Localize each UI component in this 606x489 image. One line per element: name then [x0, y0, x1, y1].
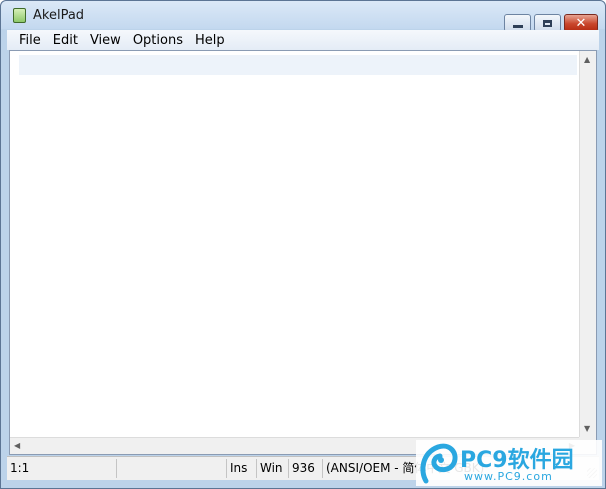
- maximize-icon: [543, 19, 552, 27]
- close-icon: ✕: [575, 15, 587, 31]
- scroll-down-icon[interactable]: ▼: [584, 425, 590, 433]
- menu-options[interactable]: Options: [127, 33, 189, 48]
- akelpad-window: AkelPad ✕ File Edit View Options Help ▲ …: [0, 0, 606, 489]
- status-newline[interactable]: Win: [257, 459, 289, 478]
- akelpad-icon[interactable]: [13, 8, 26, 23]
- scroll-left-icon[interactable]: ◀: [14, 442, 20, 450]
- status-modified: [117, 459, 227, 478]
- menu-edit[interactable]: Edit: [47, 33, 84, 48]
- minimize-icon: [512, 24, 523, 28]
- window-title: AkelPad: [33, 8, 85, 23]
- watermark: PC9软件园 www.PC9.com: [416, 440, 602, 486]
- status-position: 1:1: [7, 459, 117, 478]
- vertical-scrollbar[interactable]: ▲ ▼: [579, 51, 596, 437]
- watermark-logo-icon: [420, 443, 458, 484]
- current-line-highlight[interactable]: [19, 55, 577, 75]
- status-insert-mode[interactable]: Ins: [227, 459, 257, 478]
- menu-bar: File Edit View Options Help: [7, 30, 599, 50]
- scroll-up-icon[interactable]: ▲: [584, 56, 590, 64]
- menu-help[interactable]: Help: [189, 33, 231, 48]
- watermark-url: www.PC9.com: [464, 470, 553, 483]
- menu-view[interactable]: View: [84, 33, 127, 48]
- editor-area[interactable]: ▲ ▼ ◀ ▶: [9, 50, 597, 455]
- title-bar[interactable]: AkelPad ✕: [1, 1, 605, 32]
- menu-file[interactable]: File: [7, 33, 47, 48]
- status-codepage[interactable]: 936: [289, 459, 323, 478]
